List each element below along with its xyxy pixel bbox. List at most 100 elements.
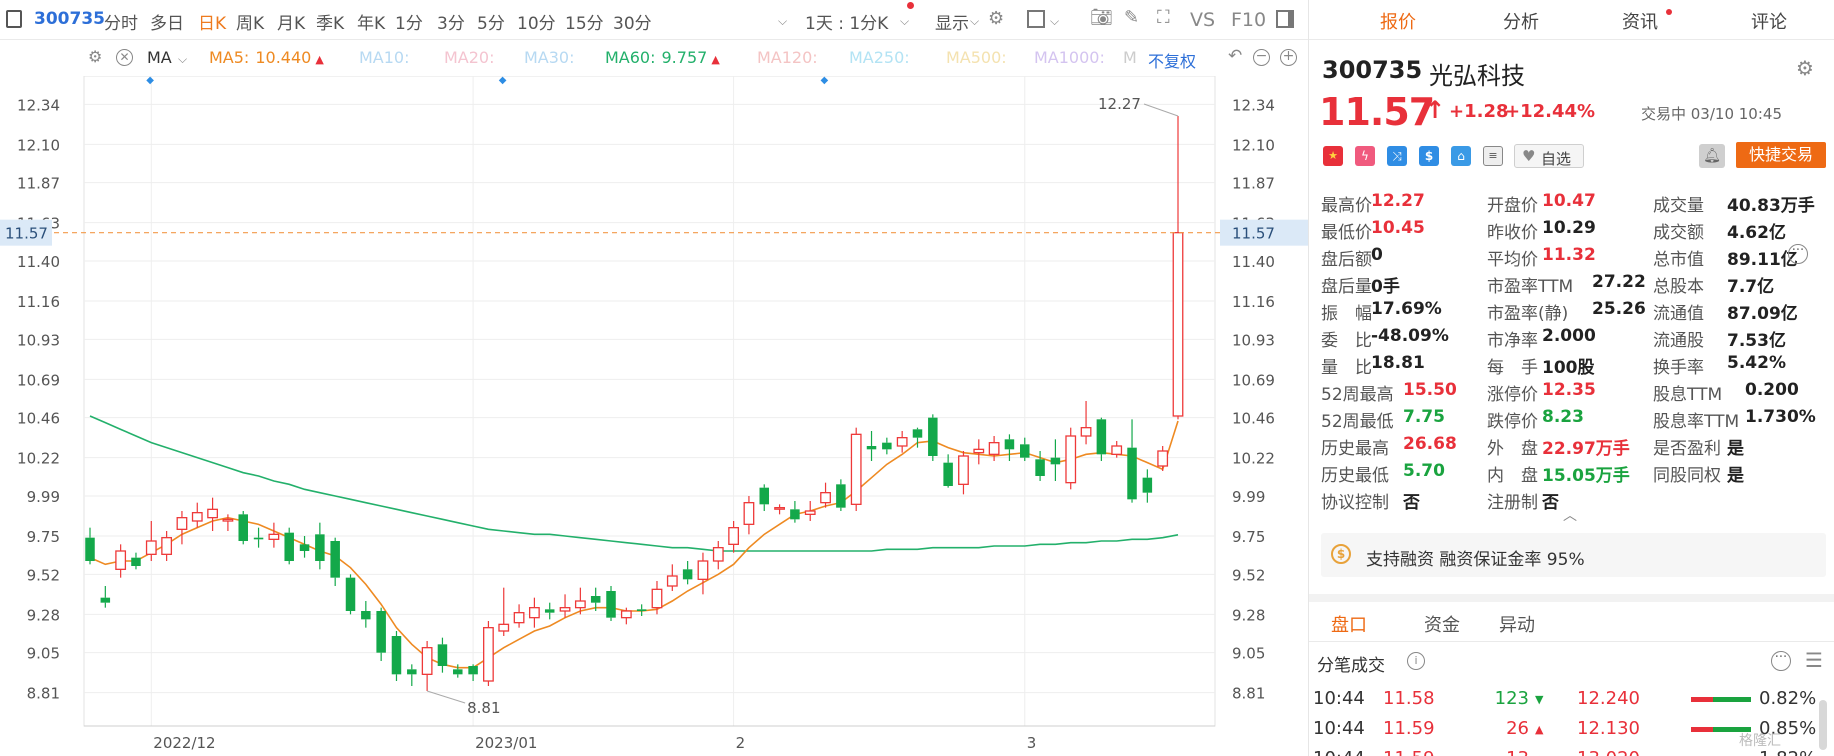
period-tab-7[interactable]: 年K — [357, 9, 385, 34]
ma-item-7[interactable]: MA250: — [849, 48, 910, 67]
stat-label: 外 盘 — [1487, 439, 1538, 459]
period-tab-4[interactable]: 周K — [236, 9, 264, 34]
flash-icon[interactable]: ϟ — [1355, 146, 1375, 166]
stat-label: 52周最高 — [1321, 385, 1394, 405]
period-tab-8[interactable]: 1分 — [395, 9, 423, 34]
y-tick-left: 10.22 — [17, 450, 60, 468]
ma-item-5[interactable]: MA60: 9.757 ▲ — [605, 48, 720, 67]
more-circle-icon[interactable]: ··· — [1788, 244, 1808, 264]
tag-icon[interactable]: ⌂ — [1451, 146, 1471, 166]
range-dropdown-icon[interactable]: ⌵ — [900, 14, 909, 29]
restore-right-button[interactable]: 不复权 — [1148, 48, 1196, 72]
bell-icon[interactable]: 🔔︎ — [1699, 144, 1725, 168]
stock-code[interactable]: 300735 — [34, 9, 105, 29]
panel-toggle-icon[interactable] — [6, 10, 22, 28]
ma-item-3[interactable]: MA20: — [444, 48, 495, 67]
period-tab-9[interactable]: 3分 — [437, 9, 465, 34]
close-icon[interactable]: ✕ — [116, 49, 133, 66]
stat-value: 1.730% — [1745, 407, 1816, 427]
ma-item-4[interactable]: MA30: — [524, 48, 575, 67]
period-tab-11[interactable]: 10分 — [517, 9, 556, 34]
collapse-chevron-icon[interactable]: ︿ — [1563, 505, 1577, 525]
period-tab-10[interactable]: 5分 — [477, 9, 505, 34]
zoom-out-icon[interactable]: − — [1253, 49, 1270, 66]
ma-item-1[interactable]: MA5: 10.440 ▲ — [209, 48, 324, 67]
tab-1[interactable]: 报价 — [1380, 8, 1416, 34]
watchlist-button[interactable]: ♥ 自选 — [1514, 144, 1584, 168]
tab-4[interactable]: 评论 — [1751, 8, 1787, 34]
period-tab-1[interactable]: 分时 — [104, 9, 138, 34]
stat-value: 18.81 — [1371, 353, 1425, 373]
trade-pct: 0.82% — [1759, 688, 1817, 709]
f10-button[interactable]: F10 — [1231, 9, 1266, 31]
vs-button[interactable]: VS — [1190, 9, 1215, 31]
ratio-bar — [1691, 697, 1751, 702]
ma-item-9[interactable]: MA1000: — [1034, 48, 1105, 67]
stat-label: 盘后额 — [1321, 250, 1372, 270]
fullscreen-icon[interactable]: ⛶ — [1157, 9, 1170, 27]
ratio-bar-fill — [1691, 727, 1713, 732]
trade-volume: 26 — [1506, 718, 1529, 739]
y-tick-right: 10.93 — [1232, 331, 1275, 349]
ma-item-2[interactable]: MA10: — [359, 48, 410, 67]
period-tab-12[interactable]: 15分 — [565, 9, 604, 34]
stat-value: 0手 — [1371, 277, 1400, 297]
sub-tab-3[interactable]: 异动 — [1499, 611, 1535, 637]
y-tick-right: 12.10 — [1232, 136, 1275, 154]
shuffle-icon[interactable]: ⤨ — [1387, 146, 1407, 166]
ma-type-select[interactable]: MA — [147, 48, 172, 67]
price-change-pct: +12.44% — [1505, 101, 1596, 122]
candle — [850, 427, 862, 511]
list-view-icon[interactable]: ☰ — [1805, 650, 1823, 670]
trade-price: 11.58 — [1383, 688, 1435, 709]
gear-icon[interactable]: ⚙ — [988, 10, 1004, 28]
ma-item-8[interactable]: MA500: — [946, 48, 1007, 67]
ma-item-10[interactable]: M — [1123, 48, 1137, 67]
trades-scrollbar[interactable] — [1819, 700, 1827, 750]
stat-label: 平均价 — [1487, 250, 1538, 270]
period-tab-2[interactable]: 多日 — [150, 9, 184, 34]
y-tick-right: 10.69 — [1232, 371, 1275, 389]
zoom-in-icon[interactable]: + — [1280, 49, 1297, 66]
stat-label: 开盘价 — [1487, 196, 1538, 216]
dollar-icon[interactable]: $ — [1419, 146, 1439, 166]
y-tick-right: 10.46 — [1232, 410, 1275, 428]
quick-trade-button[interactable]: 快捷交易 — [1736, 142, 1826, 168]
display-dropdown-icon[interactable]: ⌵ — [970, 14, 979, 29]
undo-icon[interactable]: ↶ — [1228, 48, 1242, 65]
document-icon[interactable]: ≡ — [1483, 146, 1503, 166]
y-tick-left: 9.75 — [27, 528, 60, 546]
camera-icon[interactable]: 📷︎ — [1090, 9, 1113, 27]
flag-icon[interactable]: ★ — [1323, 146, 1343, 166]
margin-banner: $ 支持融资 融资保证金率 95% — [1321, 533, 1826, 577]
trades-title: 分笔成交 — [1317, 656, 1385, 676]
stat-label: 最低价 — [1321, 223, 1372, 243]
range-selector[interactable]: 1天 : 1分K — [805, 9, 888, 34]
stat-value: 10.47 — [1542, 191, 1596, 211]
period-tab-3[interactable]: 日K — [198, 9, 226, 34]
checkbox-dropdown-icon[interactable]: ⌵ — [1050, 14, 1059, 29]
tab-2[interactable]: 分析 — [1503, 8, 1539, 34]
settings-icon[interactable]: ⚙ — [88, 49, 102, 65]
display-menu[interactable]: 显示 — [935, 9, 969, 34]
y-tick-right: 9.52 — [1232, 566, 1265, 584]
sidebar-toggle-icon[interactable] — [1276, 10, 1294, 28]
period-tab-5[interactable]: 月K — [277, 9, 305, 34]
sub-tab-2[interactable]: 资金 — [1424, 611, 1460, 637]
settings-gear-icon[interactable]: ⚙ — [1796, 58, 1814, 78]
kline-chart[interactable]: 12.3412.3412.1012.1011.8711.8711.6311.63… — [0, 76, 1308, 756]
period-tab-6[interactable]: 季K — [316, 9, 344, 34]
ma-type-dropdown-icon[interactable]: ⌵ — [178, 52, 187, 67]
more-options-icon[interactable]: ··· — [1771, 651, 1791, 671]
tab-3[interactable]: 资讯 — [1622, 8, 1658, 34]
y-tick-left: 9.52 — [27, 566, 60, 584]
sub-tab-1[interactable]: 盘口 — [1331, 611, 1367, 637]
ma-label: MA500: — [946, 48, 1007, 67]
checkbox-icon[interactable] — [1027, 10, 1045, 28]
period-tab-13[interactable]: 30分 — [613, 9, 652, 34]
period-dropdown-icon[interactable]: ⌵ — [778, 14, 787, 29]
pencil-icon[interactable]: ✎ — [1124, 9, 1139, 27]
ma-item-6[interactable]: MA120: — [757, 48, 818, 67]
stat-value: 5.70 — [1403, 461, 1445, 481]
info-icon[interactable]: i — [1407, 652, 1425, 670]
